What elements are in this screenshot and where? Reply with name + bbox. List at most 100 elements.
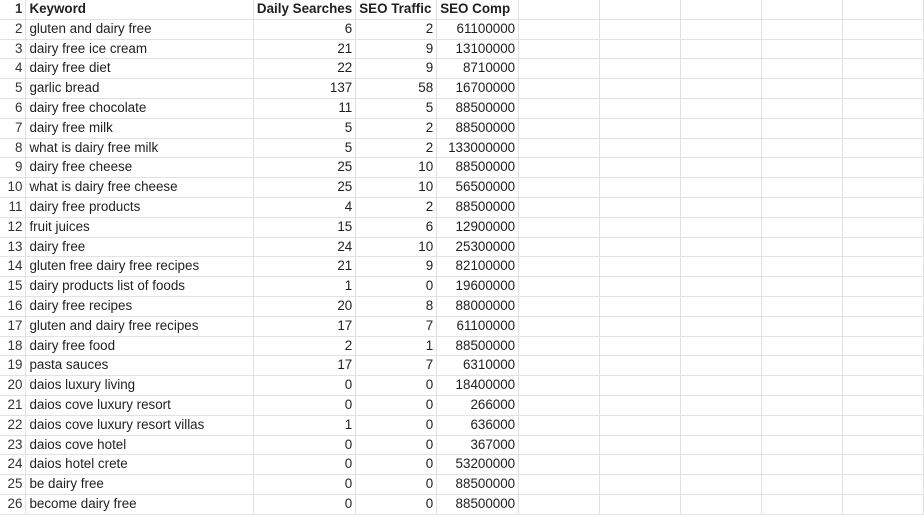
empty-cell[interactable] (842, 395, 924, 416)
empty-cell[interactable] (680, 474, 762, 495)
row-number[interactable]: 21 (0, 395, 27, 416)
empty-cell[interactable] (761, 395, 843, 416)
empty-cell[interactable] (761, 276, 843, 297)
empty-cell[interactable] (599, 58, 682, 80)
keyword-cell[interactable]: dairy free milk (25, 118, 254, 139)
seo-traffic-cell[interactable]: 0 (355, 494, 438, 515)
empty-cell[interactable] (599, 217, 682, 238)
daily-searches-cell[interactable]: 25 (253, 177, 357, 198)
seo-comp-cell[interactable]: 19600000 (436, 276, 520, 297)
empty-cell[interactable] (599, 316, 682, 337)
row-number[interactable]: 20 (0, 375, 27, 396)
empty-cell[interactable] (599, 0, 682, 20)
empty-cell[interactable] (518, 355, 601, 377)
keyword-cell[interactable]: garlic bread (25, 78, 254, 99)
empty-cell[interactable] (680, 276, 762, 297)
seo-traffic-cell[interactable]: 7 (355, 316, 438, 337)
keyword-cell[interactable]: gluten and dairy free (25, 19, 254, 40)
seo-comp-cell[interactable]: 12900000 (436, 217, 520, 238)
empty-cell[interactable] (680, 256, 762, 278)
seo-traffic-cell[interactable]: 2 (355, 197, 438, 218)
seo-traffic-cell[interactable]: 0 (355, 415, 438, 436)
row-number[interactable]: 7 (0, 118, 27, 139)
seo-traffic-cell[interactable]: 1 (355, 336, 438, 357)
empty-cell[interactable] (761, 0, 843, 20)
empty-cell[interactable] (680, 415, 762, 436)
empty-cell[interactable] (518, 58, 601, 80)
seo-traffic-cell[interactable]: 5 (355, 98, 438, 119)
row-number[interactable]: 9 (0, 157, 27, 179)
keyword-cell[interactable]: dairy free (25, 237, 254, 258)
empty-cell[interactable] (761, 494, 843, 515)
seo-traffic-cell[interactable]: 2 (355, 118, 438, 139)
keyword-cell[interactable]: what is dairy free cheese (25, 177, 254, 198)
empty-cell[interactable] (680, 316, 762, 337)
empty-cell[interactable] (599, 415, 682, 436)
empty-cell[interactable] (761, 157, 843, 179)
keyword-cell[interactable]: be dairy free (25, 474, 254, 495)
daily-searches-cell[interactable]: 2 (253, 336, 357, 357)
keyword-cell[interactable]: dairy free products (25, 197, 254, 218)
row-number[interactable]: 4 (0, 58, 27, 80)
daily-searches-cell[interactable]: 17 (253, 316, 357, 337)
daily-searches-cell[interactable]: 0 (253, 474, 357, 495)
header-daily-searches[interactable]: Daily Searches (253, 0, 357, 20)
seo-traffic-cell[interactable]: 0 (355, 454, 438, 476)
empty-cell[interactable] (842, 197, 924, 218)
seo-traffic-cell[interactable]: 8 (355, 296, 438, 317)
empty-cell[interactable] (680, 296, 762, 317)
daily-searches-cell[interactable]: 21 (253, 39, 357, 60)
empty-cell[interactable] (680, 494, 762, 515)
empty-cell[interactable] (599, 494, 682, 515)
row-number[interactable]: 15 (0, 276, 27, 297)
empty-cell[interactable] (842, 494, 924, 515)
seo-comp-cell[interactable]: 88500000 (436, 474, 520, 495)
empty-cell[interactable] (518, 197, 601, 218)
keyword-cell[interactable]: dairy products list of foods (25, 276, 254, 297)
seo-traffic-cell[interactable]: 7 (355, 355, 438, 377)
daily-searches-cell[interactable]: 5 (253, 138, 357, 159)
empty-cell[interactable] (599, 19, 682, 40)
keyword-cell[interactable]: what is dairy free milk (25, 138, 254, 159)
seo-traffic-cell[interactable]: 0 (355, 395, 438, 416)
empty-cell[interactable] (842, 217, 924, 238)
empty-cell[interactable] (518, 415, 601, 436)
keyword-cell[interactable]: pasta sauces (25, 355, 254, 377)
empty-cell[interactable] (842, 19, 924, 40)
empty-cell[interactable] (518, 435, 601, 456)
empty-cell[interactable] (599, 296, 682, 317)
row-number[interactable]: 17 (0, 316, 27, 337)
empty-cell[interactable] (842, 0, 924, 20)
empty-cell[interactable] (518, 118, 601, 139)
row-number[interactable]: 3 (0, 39, 27, 60)
empty-cell[interactable] (842, 256, 924, 278)
daily-searches-cell[interactable]: 22 (253, 58, 357, 80)
seo-comp-cell[interactable]: 133000000 (436, 138, 520, 159)
seo-traffic-cell[interactable]: 9 (355, 39, 438, 60)
keyword-cell[interactable]: dairy free recipes (25, 296, 254, 317)
empty-cell[interactable] (518, 0, 601, 20)
seo-traffic-cell[interactable]: 10 (355, 177, 438, 198)
empty-cell[interactable] (599, 454, 682, 476)
empty-cell[interactable] (761, 336, 843, 357)
seo-comp-cell[interactable]: 88000000 (436, 296, 520, 317)
empty-cell[interactable] (680, 0, 762, 20)
empty-cell[interactable] (761, 316, 843, 337)
empty-cell[interactable] (599, 237, 682, 258)
empty-cell[interactable] (518, 157, 601, 179)
empty-cell[interactable] (518, 336, 601, 357)
row-number[interactable]: 8 (0, 138, 27, 159)
row-number[interactable]: 26 (0, 494, 27, 515)
empty-cell[interactable] (599, 78, 682, 99)
header-seo-comp[interactable]: SEO Comp (436, 0, 520, 20)
seo-traffic-cell[interactable]: 2 (355, 138, 438, 159)
empty-cell[interactable] (680, 157, 762, 179)
seo-comp-cell[interactable]: 53200000 (436, 454, 520, 476)
empty-cell[interactable] (761, 375, 843, 396)
keyword-cell[interactable]: daios cove luxury resort villas (25, 415, 254, 436)
empty-cell[interactable] (680, 375, 762, 396)
daily-searches-cell[interactable]: 17 (253, 355, 357, 377)
empty-cell[interactable] (761, 474, 843, 495)
seo-comp-cell[interactable]: 88500000 (436, 118, 520, 139)
empty-cell[interactable] (761, 39, 843, 60)
